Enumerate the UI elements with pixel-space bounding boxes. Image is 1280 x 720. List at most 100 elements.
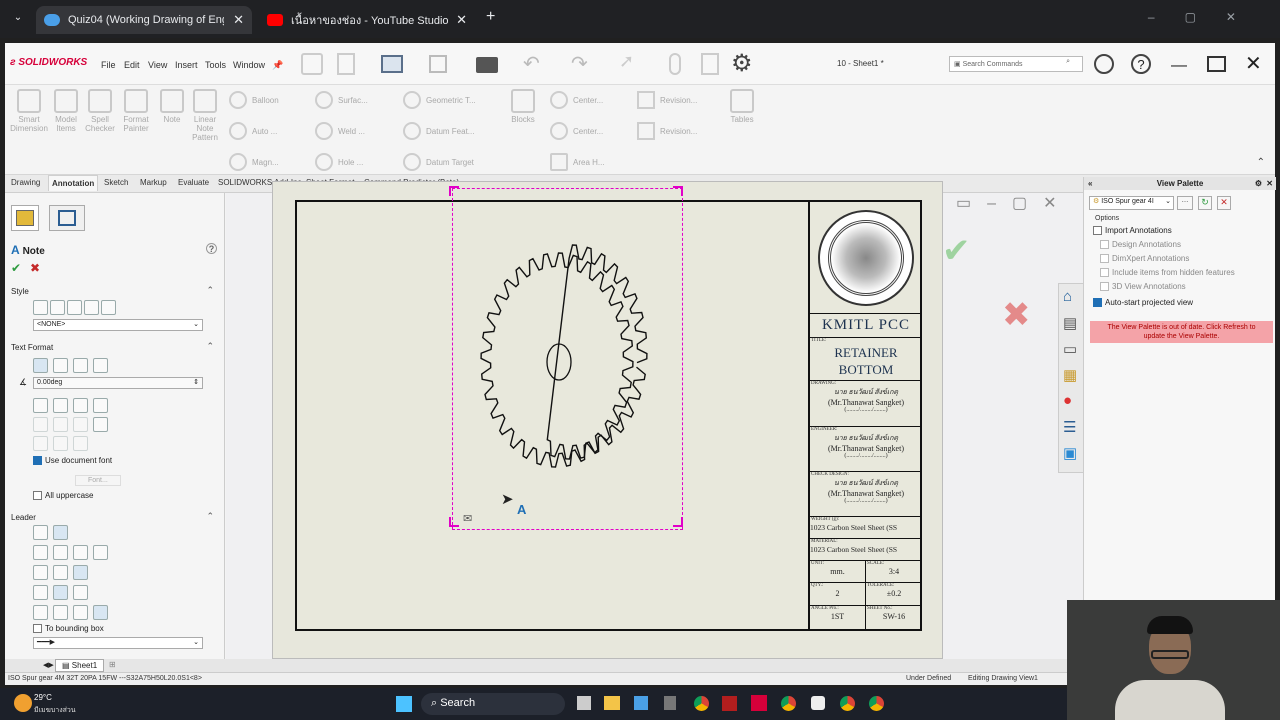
hole-callout-tool[interactable]: Hole ... (315, 153, 363, 171)
collapse-panel-icon[interactable]: « (1088, 177, 1092, 190)
browser-tab-youtube[interactable]: เนื้อหาของช่อง - YouTube Studio ✕ (259, 6, 475, 34)
capcut-icon[interactable] (811, 696, 825, 710)
home-resources-icon[interactable]: ⌂ (1063, 288, 1072, 305)
drawing-sheet[interactable]: ✉ A ➤ KMITL PCC TITLE: RETAINER BOTTOM D… (295, 188, 922, 631)
leader-icon-15[interactable] (73, 605, 88, 620)
text-format-label[interactable]: Text Format (11, 343, 53, 352)
all-uppercase-checkbox[interactable]: All uppercase (33, 491, 93, 500)
design-library-icon[interactable]: ▤ (1063, 314, 1077, 332)
font-button[interactable]: Font... (75, 475, 121, 486)
tab-markup[interactable]: Markup (137, 178, 170, 187)
design-annotations-checkbox[interactable]: Design Annotations (1100, 240, 1181, 249)
load-style-icon[interactable] (101, 300, 116, 315)
leader-icon-1[interactable] (33, 525, 48, 540)
use-document-font-checkbox[interactable]: Use document font (33, 456, 112, 465)
model-items-tool[interactable]: Model Items (51, 89, 81, 133)
leader-icon-9[interactable] (73, 565, 88, 580)
leader-icon-5[interactable] (73, 545, 88, 560)
tab-search-button[interactable]: ⌄ (8, 8, 28, 28)
photos-icon[interactable] (634, 696, 648, 710)
centerline-tool[interactable]: Center... (550, 122, 603, 140)
3d-view-annotations-checkbox[interactable]: 3D View Annotations (1100, 282, 1186, 291)
revision-symbol-tool[interactable]: Revision... (637, 91, 697, 109)
note-tool[interactable]: Note (157, 89, 187, 124)
ok-icon[interactable]: ✔ (11, 261, 21, 275)
leader-icon-3[interactable] (33, 545, 48, 560)
menu-view[interactable]: View (148, 60, 167, 70)
chrome-icon-4[interactable] (869, 696, 884, 711)
leader-icon-4[interactable] (53, 545, 68, 560)
close-icon[interactable]: ✕ (1245, 51, 1262, 76)
redo-icon[interactable]: ↷ (571, 51, 588, 76)
add-sheet-icon[interactable]: ⊞ (109, 660, 116, 669)
app-icon-red[interactable] (722, 696, 737, 711)
magnetic-line-tool[interactable]: Magn... (229, 153, 279, 171)
bounding-box-checkbox[interactable]: To bounding box (33, 624, 104, 633)
area-hatch-tool[interactable]: Area H... (550, 153, 605, 171)
user-icon[interactable] (1094, 54, 1114, 74)
tab-sketch[interactable]: Sketch (101, 178, 131, 187)
undo-icon[interactable]: ↶ (523, 51, 540, 76)
geometric-tolerance-tool[interactable]: Geometric T... (403, 91, 476, 109)
format-icon-a[interactable] (33, 436, 48, 451)
taskbar-search[interactable]: ⌕ Search (421, 693, 565, 715)
doc-window-controls[interactable]: ▭–▢✕ (956, 193, 1073, 213)
leader-icon-10[interactable] (33, 585, 48, 600)
tab-drawing[interactable]: Drawing (8, 178, 43, 187)
auto-start-projected-checkbox[interactable]: Auto-start projected view (1093, 298, 1193, 307)
align-center-icon[interactable] (53, 358, 68, 373)
leader-section-label[interactable]: Leader (11, 513, 36, 522)
windows-start-icon[interactable] (396, 696, 412, 712)
add-style-icon[interactable] (33, 300, 48, 315)
leader-icon-2[interactable] (53, 525, 68, 540)
tables-tool[interactable]: Tables (727, 89, 757, 124)
collapse-text-format-icon[interactable]: ⌃ (206, 341, 214, 352)
browser-tab-solidworks[interactable]: Quiz04 (Working Drawing of Engine S ✕ (36, 6, 252, 34)
menu-insert[interactable]: Insert (175, 60, 198, 70)
spur-gear-view[interactable] (467, 242, 667, 482)
surface-finish-icon[interactable] (53, 417, 68, 432)
collapse-leader-icon[interactable]: ⌃ (206, 511, 214, 522)
cancel-x-icon[interactable]: ✖ (1002, 295, 1031, 335)
help-icon[interactable]: ? (1131, 54, 1151, 74)
view-palette-icon[interactable]: ▦ (1063, 366, 1077, 384)
leader-icon-11[interactable] (53, 585, 68, 600)
blocks-tool[interactable]: Blocks (508, 89, 538, 124)
hidden-features-checkbox[interactable]: Include items from hidden features (1100, 268, 1235, 277)
solidworks-taskbar-icon[interactable] (751, 695, 767, 711)
home-icon[interactable] (301, 53, 323, 75)
datum-target-tool[interactable]: Datum Target (403, 153, 474, 171)
center-mark-tool[interactable]: Center... (550, 91, 603, 109)
menu-window[interactable]: Window (233, 60, 265, 70)
revision-cloud-tool[interactable]: Revision... (637, 122, 697, 140)
close-tab-icon[interactable]: ✕ (233, 12, 244, 28)
open-icon[interactable] (381, 55, 403, 73)
save-icon[interactable] (429, 55, 447, 73)
sheet-tab[interactable]: ▤ Sheet1 (55, 659, 105, 672)
spell-checker-tool[interactable]: Spell Checker (85, 89, 115, 133)
insert-hyperlink-icon[interactable] (33, 398, 48, 413)
tab-annotation[interactable]: Annotation (48, 175, 99, 191)
datum-icon[interactable] (73, 417, 88, 432)
help-icon[interactable]: ? (206, 243, 217, 254)
collapse-style-icon[interactable]: ⌃ (206, 285, 214, 296)
leader-icon-16[interactable] (93, 605, 108, 620)
pm-tab-properties[interactable] (49, 205, 85, 231)
clear-icon[interactable]: ✕ (1217, 196, 1231, 210)
panel-options-icon[interactable]: ⚙ (1255, 177, 1262, 190)
cancel-icon[interactable]: ✖ (30, 261, 40, 275)
leader-icon-12[interactable] (73, 585, 88, 600)
import-annotations-checkbox[interactable]: Import Annotations (1093, 226, 1172, 235)
datum-feature-tool[interactable]: Datum Feat... (403, 122, 474, 140)
tab-evaluate[interactable]: Evaluate (175, 178, 212, 187)
file-explorer-icon[interactable]: ▭ (1063, 340, 1077, 358)
chrome-icon[interactable] (694, 696, 709, 711)
new-tab-button[interactable]: + (486, 8, 495, 26)
surface-finish-tool[interactable]: Surfac... (315, 91, 368, 109)
stack-icon[interactable] (93, 417, 108, 432)
angle-input[interactable]: 0.00deg ⇕ (33, 377, 203, 389)
format-icon-b[interactable] (53, 436, 68, 451)
weld-symbol-tool[interactable]: Weld ... (315, 122, 365, 140)
close-tab-icon[interactable]: ✕ (456, 12, 467, 28)
add-symbol-icon[interactable] (73, 398, 88, 413)
